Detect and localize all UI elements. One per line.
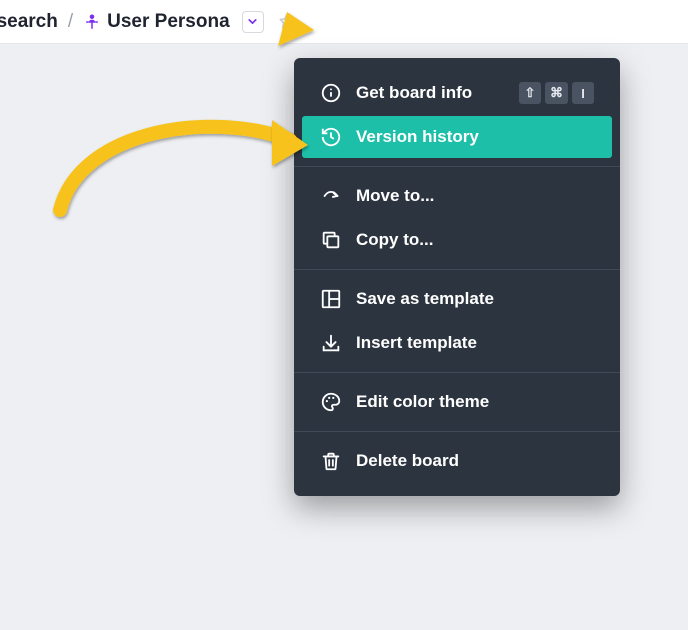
trash-icon	[320, 450, 342, 472]
menu-item-label: Edit color theme	[356, 392, 594, 412]
shortcut-keys: ⇧ ⌘ I	[519, 82, 594, 104]
persona-icon	[83, 13, 101, 31]
annotation-arrow-version-history	[50, 90, 320, 240]
menu-item-insert-template[interactable]: Insert template	[302, 322, 612, 364]
copy-icon	[320, 229, 342, 251]
history-icon	[320, 126, 342, 148]
menu-group: Move to... Copy to...	[294, 166, 620, 269]
board-dropdown-menu: Get board info ⇧ ⌘ I Version history	[294, 58, 620, 496]
menu-item-label: Copy to...	[356, 230, 594, 250]
move-icon	[320, 185, 342, 207]
key-letter: I	[572, 82, 594, 104]
menu-item-save-template[interactable]: Save as template	[302, 278, 612, 320]
template-insert-icon	[320, 332, 342, 354]
menu-group: Delete board	[294, 431, 620, 490]
star-icon	[277, 12, 297, 32]
board-menu-toggle[interactable]	[242, 11, 264, 33]
menu-item-copy-to[interactable]: Copy to...	[302, 219, 612, 261]
menu-item-version-history[interactable]: Version history	[302, 116, 612, 158]
menu-item-get-board-info[interactable]: Get board info ⇧ ⌘ I	[302, 72, 612, 114]
menu-item-label: Version history	[356, 127, 594, 147]
menu-item-move-to[interactable]: Move to...	[302, 175, 612, 217]
menu-group: Save as template Insert template	[294, 269, 620, 372]
breadcrumb-separator: /	[68, 11, 73, 33]
menu-item-label: Insert template	[356, 333, 594, 353]
breadcrumb-prev[interactable]: esearch	[0, 11, 58, 33]
favorite-button[interactable]	[276, 11, 298, 33]
menu-item-label: Get board info	[356, 83, 505, 103]
menu-item-edit-color-theme[interactable]: Edit color theme	[302, 381, 612, 423]
template-save-icon	[320, 288, 342, 310]
menu-group: Get board info ⇧ ⌘ I Version history	[294, 64, 620, 166]
key-cmd: ⌘	[545, 82, 568, 104]
menu-item-label: Save as template	[356, 289, 594, 309]
menu-item-label: Move to...	[356, 186, 594, 206]
menu-group: Edit color theme	[294, 372, 620, 431]
key-shift: ⇧	[519, 82, 541, 104]
breadcrumb-bar: esearch / User Persona	[0, 0, 688, 44]
info-icon	[320, 82, 342, 104]
palette-icon	[320, 391, 342, 413]
menu-item-label: Delete board	[356, 451, 594, 471]
menu-item-delete-board[interactable]: Delete board	[302, 440, 612, 482]
chevron-down-icon	[246, 15, 259, 28]
breadcrumb-current[interactable]: User Persona	[107, 11, 230, 33]
